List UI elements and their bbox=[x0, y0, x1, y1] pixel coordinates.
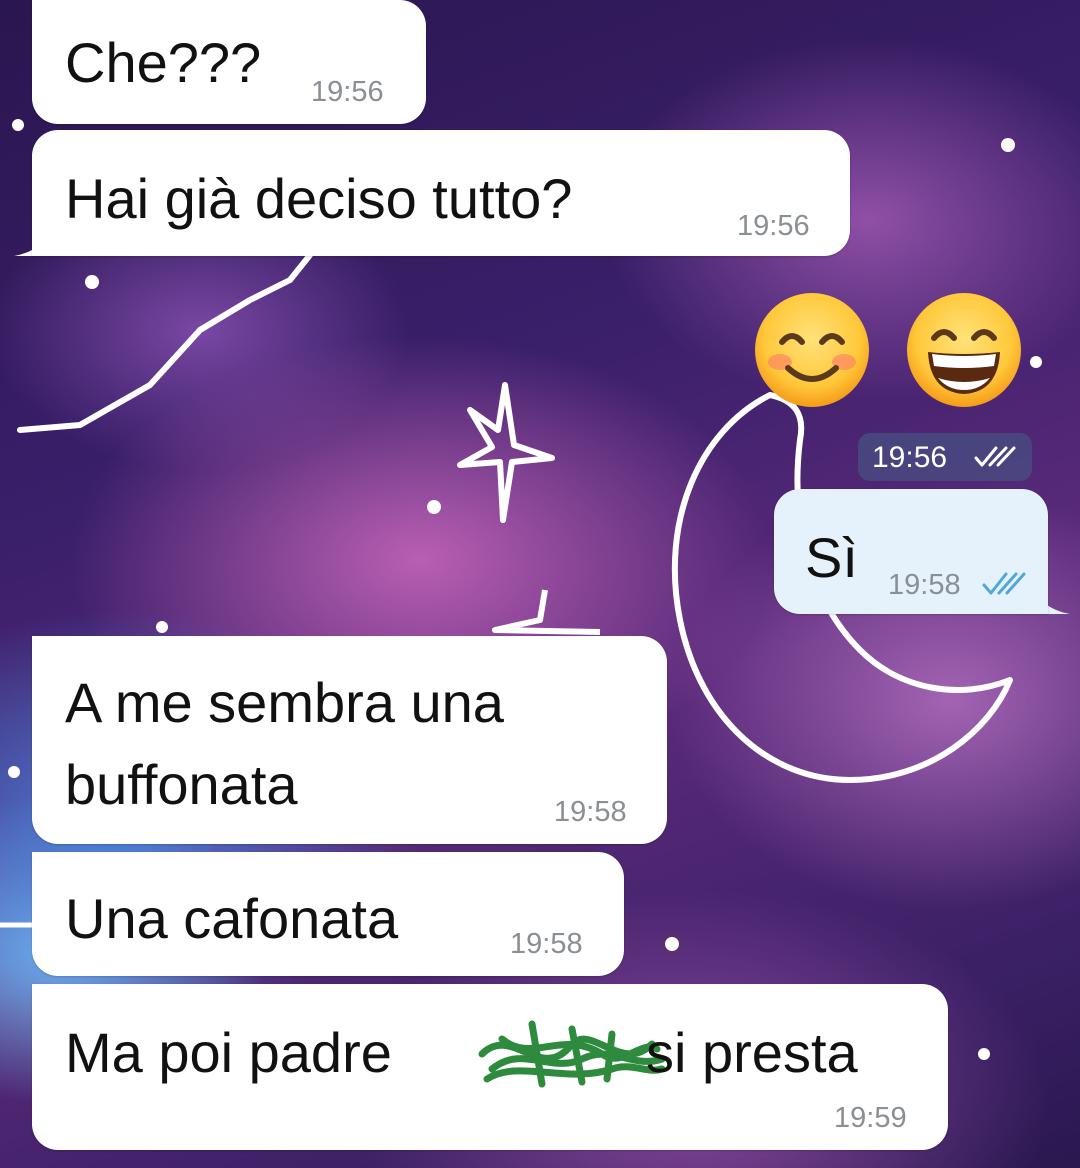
smiling-face-with-smiling-eyes-icon bbox=[755, 293, 869, 407]
message-text-line: A me sembra una bbox=[65, 671, 504, 734]
message-bubble-incoming[interactable]: Hai già deciso tutto? 19:56 bbox=[32, 130, 850, 256]
emoji-message-time-pill: 19:56 bbox=[858, 433, 1032, 481]
message-text: Hai già deciso tutto? bbox=[65, 167, 573, 230]
message-bubble-incoming[interactable]: Ma poi padre si presta 19:59 bbox=[32, 984, 948, 1150]
drawn-star bbox=[457, 382, 555, 523]
message-text: Che??? bbox=[65, 31, 262, 94]
message-time: 19:56 bbox=[872, 441, 948, 474]
message-text-before-redaction: Ma poi padre bbox=[65, 1021, 392, 1084]
message-bubble-incoming[interactable]: Che??? 19:56 bbox=[32, 0, 426, 124]
double-check-icon bbox=[974, 446, 1016, 467]
redaction-scribble bbox=[478, 1020, 666, 1088]
message-time: 19:56 bbox=[737, 210, 810, 242]
constellation-line bbox=[17, 252, 313, 433]
message-bubble-outgoing[interactable]: Sì 19:58 bbox=[774, 489, 1048, 614]
message-text-after-redaction: si presta bbox=[646, 1021, 858, 1084]
double-check-icon bbox=[982, 572, 1026, 595]
message-time: 19:58 bbox=[888, 569, 961, 601]
message-bubble-incoming[interactable]: A me sembra una buffonata 19:58 bbox=[32, 636, 667, 844]
message-bubble-incoming[interactable]: Una cafonata 19:58 bbox=[32, 852, 624, 976]
message-time: 19:58 bbox=[554, 796, 627, 828]
message-text-line: buffonata bbox=[65, 753, 298, 816]
message-text: Sì bbox=[805, 526, 858, 589]
message-time: 19:59 bbox=[834, 1102, 907, 1134]
message-time: 19:58 bbox=[510, 928, 583, 960]
message-text: Una cafonata bbox=[65, 887, 399, 950]
message-time: 19:56 bbox=[311, 76, 384, 108]
grinning-face-with-smiling-eyes-icon bbox=[907, 293, 1021, 407]
